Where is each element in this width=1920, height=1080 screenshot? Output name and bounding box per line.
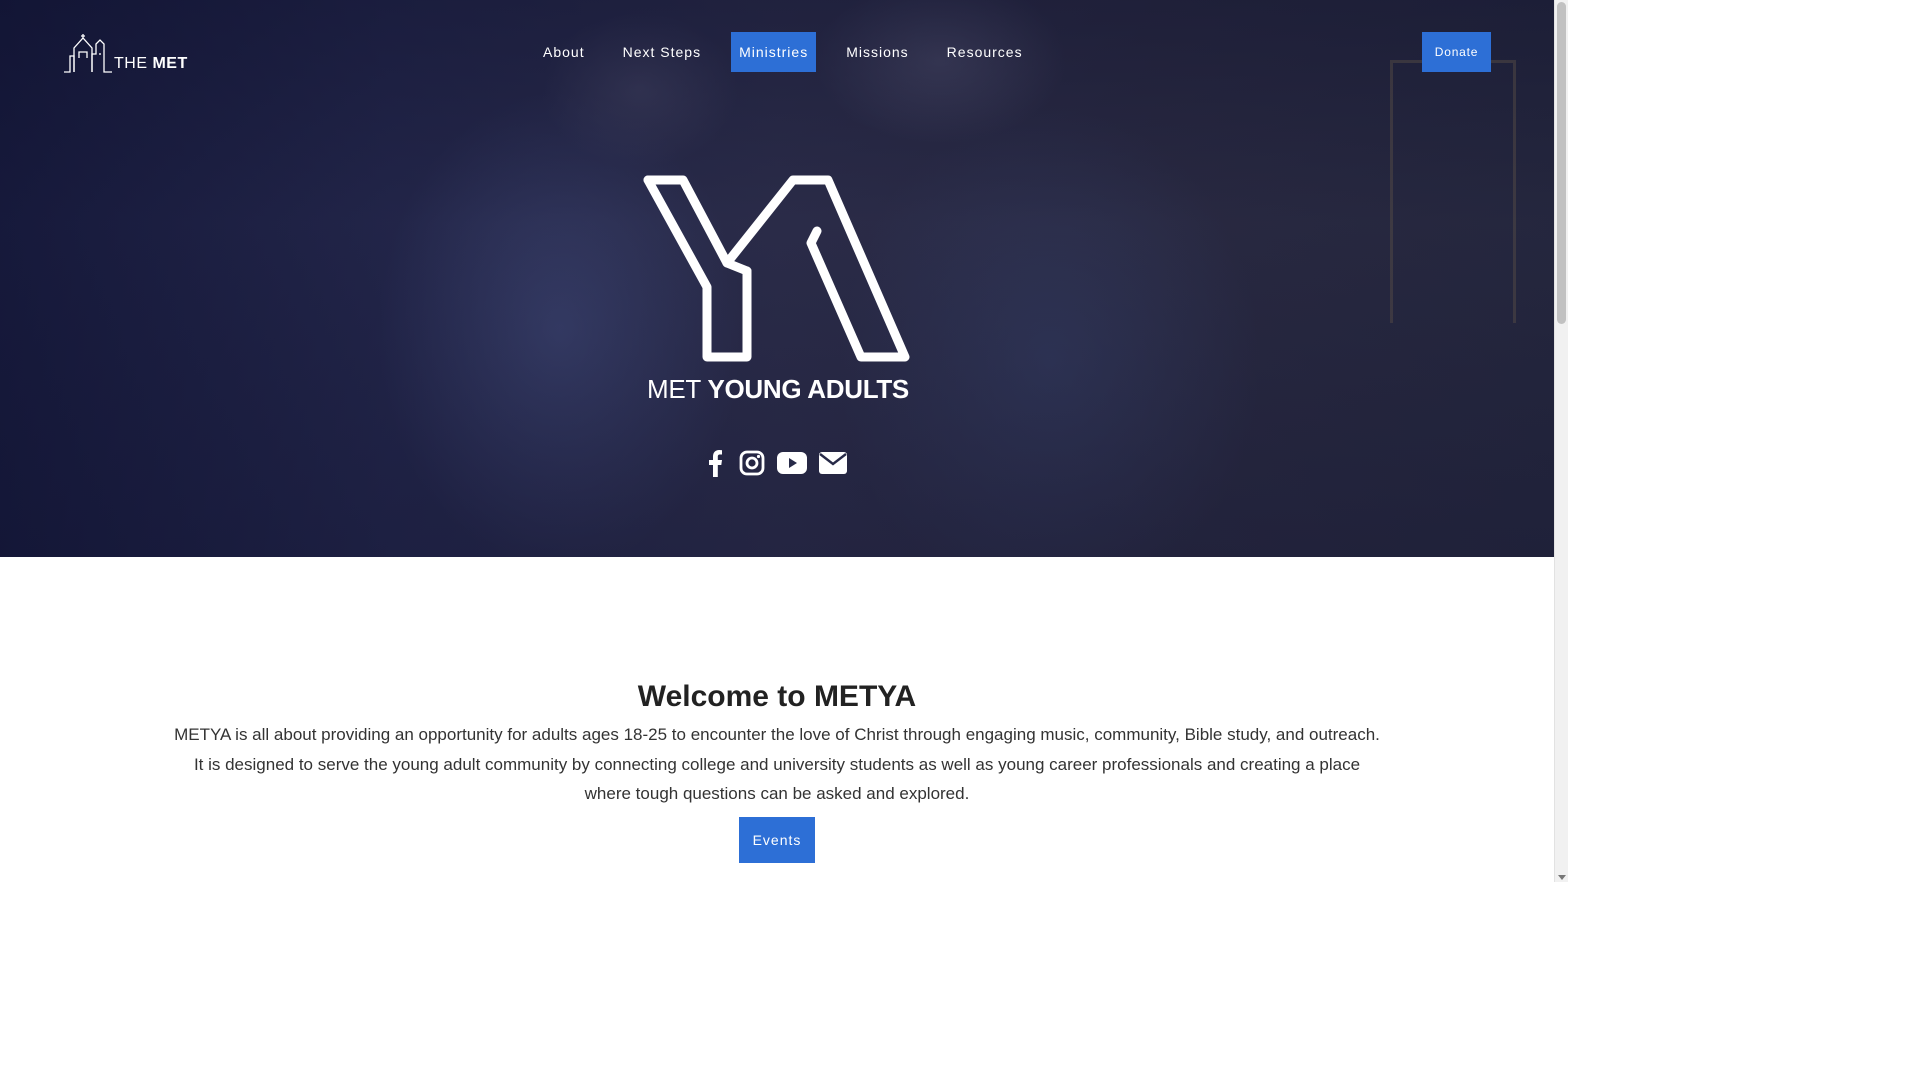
hero-background-door (1390, 60, 1516, 323)
scrollbar-thumb[interactable] (1557, 2, 1566, 324)
envelope-icon[interactable] (819, 452, 847, 474)
nav-item-next-steps[interactable]: Next Steps (615, 32, 709, 72)
site-logo[interactable]: THE MET (62, 30, 192, 74)
nav-item-resources[interactable]: Resources (939, 32, 1031, 72)
young-adults-caption: MET YOUNG ADULTS (647, 374, 909, 404)
facebook-icon[interactable] (703, 449, 727, 477)
nav-item-missions[interactable]: Missions (838, 32, 916, 72)
young-adults-logo-mark (643, 175, 910, 362)
nav-item-ministries[interactable]: Ministries (731, 32, 817, 72)
church-skyline-icon (64, 34, 112, 73)
main-navigation: About Next Steps Ministries Missions Res… (535, 32, 1053, 72)
intro-paragraph: METYA is all about providing an opportun… (174, 725, 1380, 803)
youtube-icon[interactable] (777, 452, 807, 474)
instagram-icon[interactable] (739, 450, 765, 476)
hero-banner: THE MET About Next Steps Ministries Miss… (0, 0, 1554, 557)
nav-item-about[interactable]: About (535, 32, 593, 72)
welcome-heading: Welcome to METYA (637, 680, 917, 713)
social-links (703, 449, 859, 477)
logo-text: THE MET (114, 55, 188, 72)
donate-button[interactable]: Donate (1422, 32, 1491, 72)
events-button[interactable]: Events (739, 817, 815, 863)
scroll-down-arrow-icon[interactable] (1558, 875, 1566, 880)
page-scrollbar[interactable] (1554, 0, 1568, 882)
